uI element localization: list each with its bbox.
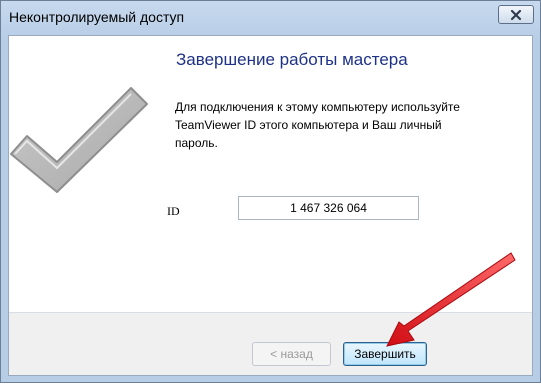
wizard-panel: Завершение работы мастера Для подключени… xyxy=(8,35,533,376)
window-title: Неконтролируемый доступ xyxy=(9,9,185,25)
dialog-window: Неконтролируемый доступ Завершение работ… xyxy=(0,0,541,383)
checkmark-icon xyxy=(1,76,151,201)
close-button[interactable] xyxy=(498,5,534,24)
wizard-heading: Завершение работы мастера xyxy=(176,50,408,69)
finish-button[interactable]: Завершить xyxy=(343,342,427,366)
back-button[interactable]: < назад xyxy=(252,342,331,366)
close-icon xyxy=(509,9,523,21)
id-value-field[interactable]: 1 467 326 064 xyxy=(238,196,419,220)
wizard-description: Для подключения к этому компьютеру испол… xyxy=(175,100,460,150)
title-bar[interactable]: Неконтролируемый доступ xyxy=(1,1,540,35)
button-bar: < назад Завершить xyxy=(9,312,532,375)
id-label: ID xyxy=(167,204,180,218)
